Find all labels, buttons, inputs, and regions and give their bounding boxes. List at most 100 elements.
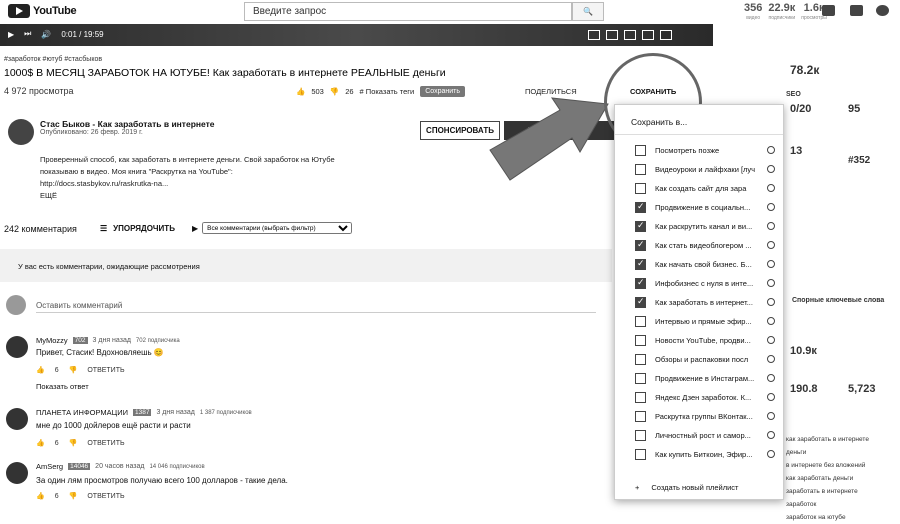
like-icon[interactable]: 👍: [296, 87, 305, 96]
like-icon[interactable]: 👍: [36, 439, 45, 447]
playlist-item[interactable]: Посмотреть позже: [635, 144, 775, 156]
playlist-name: Посмотреть позже: [655, 145, 720, 155]
player-controls: ▶ ⏭ 🔊 0:01 / 19:59: [8, 29, 104, 39]
show-tags-button[interactable]: # Показать теги: [360, 87, 415, 96]
playlist-item[interactable]: Продвижение в Инстаграм...: [635, 372, 775, 384]
playlist-checkbox[interactable]: [635, 144, 646, 156]
video-description: Проверенный способ, как заработать в инт…: [40, 155, 335, 200]
playlist-checkbox[interactable]: [635, 163, 646, 175]
like-icon[interactable]: 👍: [36, 492, 45, 500]
playlist-item[interactable]: Личностный рост и самор...: [635, 429, 775, 441]
playlist-item[interactable]: Продвижение в социальн...: [635, 201, 775, 213]
globe-icon: [767, 222, 775, 230]
filter-select[interactable]: Все комментарии (выбрать фильтр): [202, 222, 353, 234]
comment-avatar[interactable]: [6, 462, 28, 484]
next-icon[interactable]: ⏭: [24, 29, 31, 39]
playlist-name: Обзоры и распаковки посл: [655, 354, 749, 364]
camera-icon[interactable]: [822, 5, 835, 16]
search-input[interactable]: Введите запрос: [244, 2, 572, 21]
volume-icon[interactable]: 🔊: [41, 30, 51, 39]
playlist-name: Как раскрутить канал и ви...: [655, 221, 753, 231]
play-icon[interactable]: ▶: [8, 30, 14, 39]
comment: AmSerg 14046 20 часов назад 14 046 подписчи…: [6, 462, 606, 506]
playlist-checkbox[interactable]: [635, 220, 646, 232]
globe-icon: [767, 184, 775, 192]
add-comment[interactable]: Оставить комментарий: [6, 295, 596, 315]
channel-name[interactable]: Стас Быков - Как заработать в интернете: [40, 119, 215, 129]
playlist-item[interactable]: Как стать видеоблогером ...: [635, 239, 775, 251]
globe-icon: [767, 374, 775, 382]
globe-icon: [767, 317, 775, 325]
miniplayer-icon[interactable]: [624, 30, 636, 40]
playlist-checkbox[interactable]: [635, 334, 646, 346]
playlist-name: Инфобизнес с нуля в инте...: [655, 278, 754, 288]
player-right-controls: [588, 30, 672, 40]
time-display: 0:01 / 19:59: [61, 29, 104, 39]
playlist-checkbox[interactable]: [635, 391, 646, 403]
sort-button[interactable]: ☰ УПОРЯДОЧИТЬ: [100, 224, 175, 233]
comment-avatar[interactable]: [6, 336, 28, 358]
channel-avatar[interactable]: [8, 119, 34, 145]
playlist-item[interactable]: Как раскрутить канал и ви...: [635, 220, 775, 232]
video-tags[interactable]: #заработок #ютуб #стасбыков: [4, 56, 102, 63]
save-gray-button[interactable]: Сохранить: [420, 86, 466, 97]
globe-icon: [767, 260, 775, 268]
reply-button[interactable]: ОТВЕТИТЬ: [87, 493, 124, 500]
playlist-item[interactable]: Видеоуроки и лайфхаки [луч: [635, 163, 775, 175]
channel-stats: 356 видео 22.9к подписчики 1.6к просмотры: [744, 2, 827, 22]
create-playlist-button[interactable]: + Создать новый плейлист: [635, 483, 739, 492]
comment-avatar[interactable]: [6, 408, 28, 430]
playlist-item[interactable]: Инфобизнес с нуля в инте...: [635, 277, 775, 289]
playlist-checkbox[interactable]: [635, 258, 646, 270]
reply-button[interactable]: ОТВЕТИТЬ: [87, 440, 124, 447]
show-replies[interactable]: Показать ответ: [36, 382, 89, 391]
globe-icon: [767, 165, 775, 173]
reply-button[interactable]: ОТВЕТИТЬ: [87, 367, 124, 374]
filter-icon: ▶: [192, 223, 199, 233]
youtube-logo[interactable]: YouTube: [8, 4, 77, 18]
globe-icon: [767, 431, 775, 439]
dislike-icon[interactable]: 👎: [69, 492, 78, 500]
playlist-checkbox[interactable]: [635, 429, 646, 441]
apps-icon[interactable]: [850, 5, 863, 16]
playlist-item[interactable]: Раскрутка группы ВКонтак...: [635, 410, 775, 422]
subtitles-icon[interactable]: [588, 30, 600, 40]
playlist-item[interactable]: Как заработать в интернет...: [635, 296, 775, 308]
pending-comments-banner[interactable]: У вас есть комментарии, ожидающие рассмо…: [0, 249, 612, 282]
sort-icon: ☰: [100, 224, 108, 233]
fullscreen-icon[interactable]: [660, 30, 672, 40]
playlist-checkbox[interactable]: [635, 239, 646, 251]
settings-icon[interactable]: [606, 30, 618, 40]
globe-icon: [767, 393, 775, 401]
playlist-item[interactable]: Как создать сайт для зара: [635, 182, 775, 194]
dislike-icon[interactable]: 👎: [69, 439, 78, 447]
dislike-icon[interactable]: 👎: [330, 87, 339, 96]
comment-filter[interactable]: ▶ Все комментарии (выбрать фильтр): [192, 222, 353, 234]
playlist-item[interactable]: Яндекс Дзен заработок. К...: [635, 391, 775, 403]
playlist-name: Продвижение в социальн...: [655, 202, 751, 212]
plus-icon: +: [635, 483, 640, 492]
playlist-checkbox[interactable]: [635, 296, 646, 308]
notifications-icon[interactable]: [876, 5, 889, 16]
playlist-checkbox[interactable]: [635, 372, 646, 384]
playlist-item[interactable]: Интервью и прямые эфир...: [635, 315, 775, 327]
playlist-item[interactable]: Как купить Биткоин, Эфир...: [635, 448, 775, 460]
theater-icon[interactable]: [642, 30, 654, 40]
dislike-icon[interactable]: 👎: [69, 366, 78, 374]
globe-icon: [767, 279, 775, 287]
playlist-checkbox[interactable]: [635, 201, 646, 213]
search-button[interactable]: 🔍: [572, 2, 604, 21]
playlist-checkbox[interactable]: [635, 315, 646, 327]
playlist-checkbox[interactable]: [635, 410, 646, 422]
playlist-item[interactable]: Обзоры и распаковки посл: [635, 353, 775, 365]
playlist-name: Как купить Биткоин, Эфир...: [655, 449, 753, 459]
playlist-item[interactable]: Как начать свой бизнес. Б...: [635, 258, 775, 270]
playlist-checkbox[interactable]: [635, 448, 646, 460]
playlist-item[interactable]: Новости YouTube, продви...: [635, 334, 775, 346]
playlist-checkbox[interactable]: [635, 353, 646, 365]
playlist-checkbox[interactable]: [635, 277, 646, 289]
playlist-checkbox[interactable]: [635, 182, 646, 194]
like-icon[interactable]: 👍: [36, 366, 45, 374]
globe-icon: [767, 203, 775, 211]
video-title: 1000$ В МЕСЯЦ ЗАРАБОТОК НА ЮТУБЕ! Как за…: [4, 67, 446, 79]
